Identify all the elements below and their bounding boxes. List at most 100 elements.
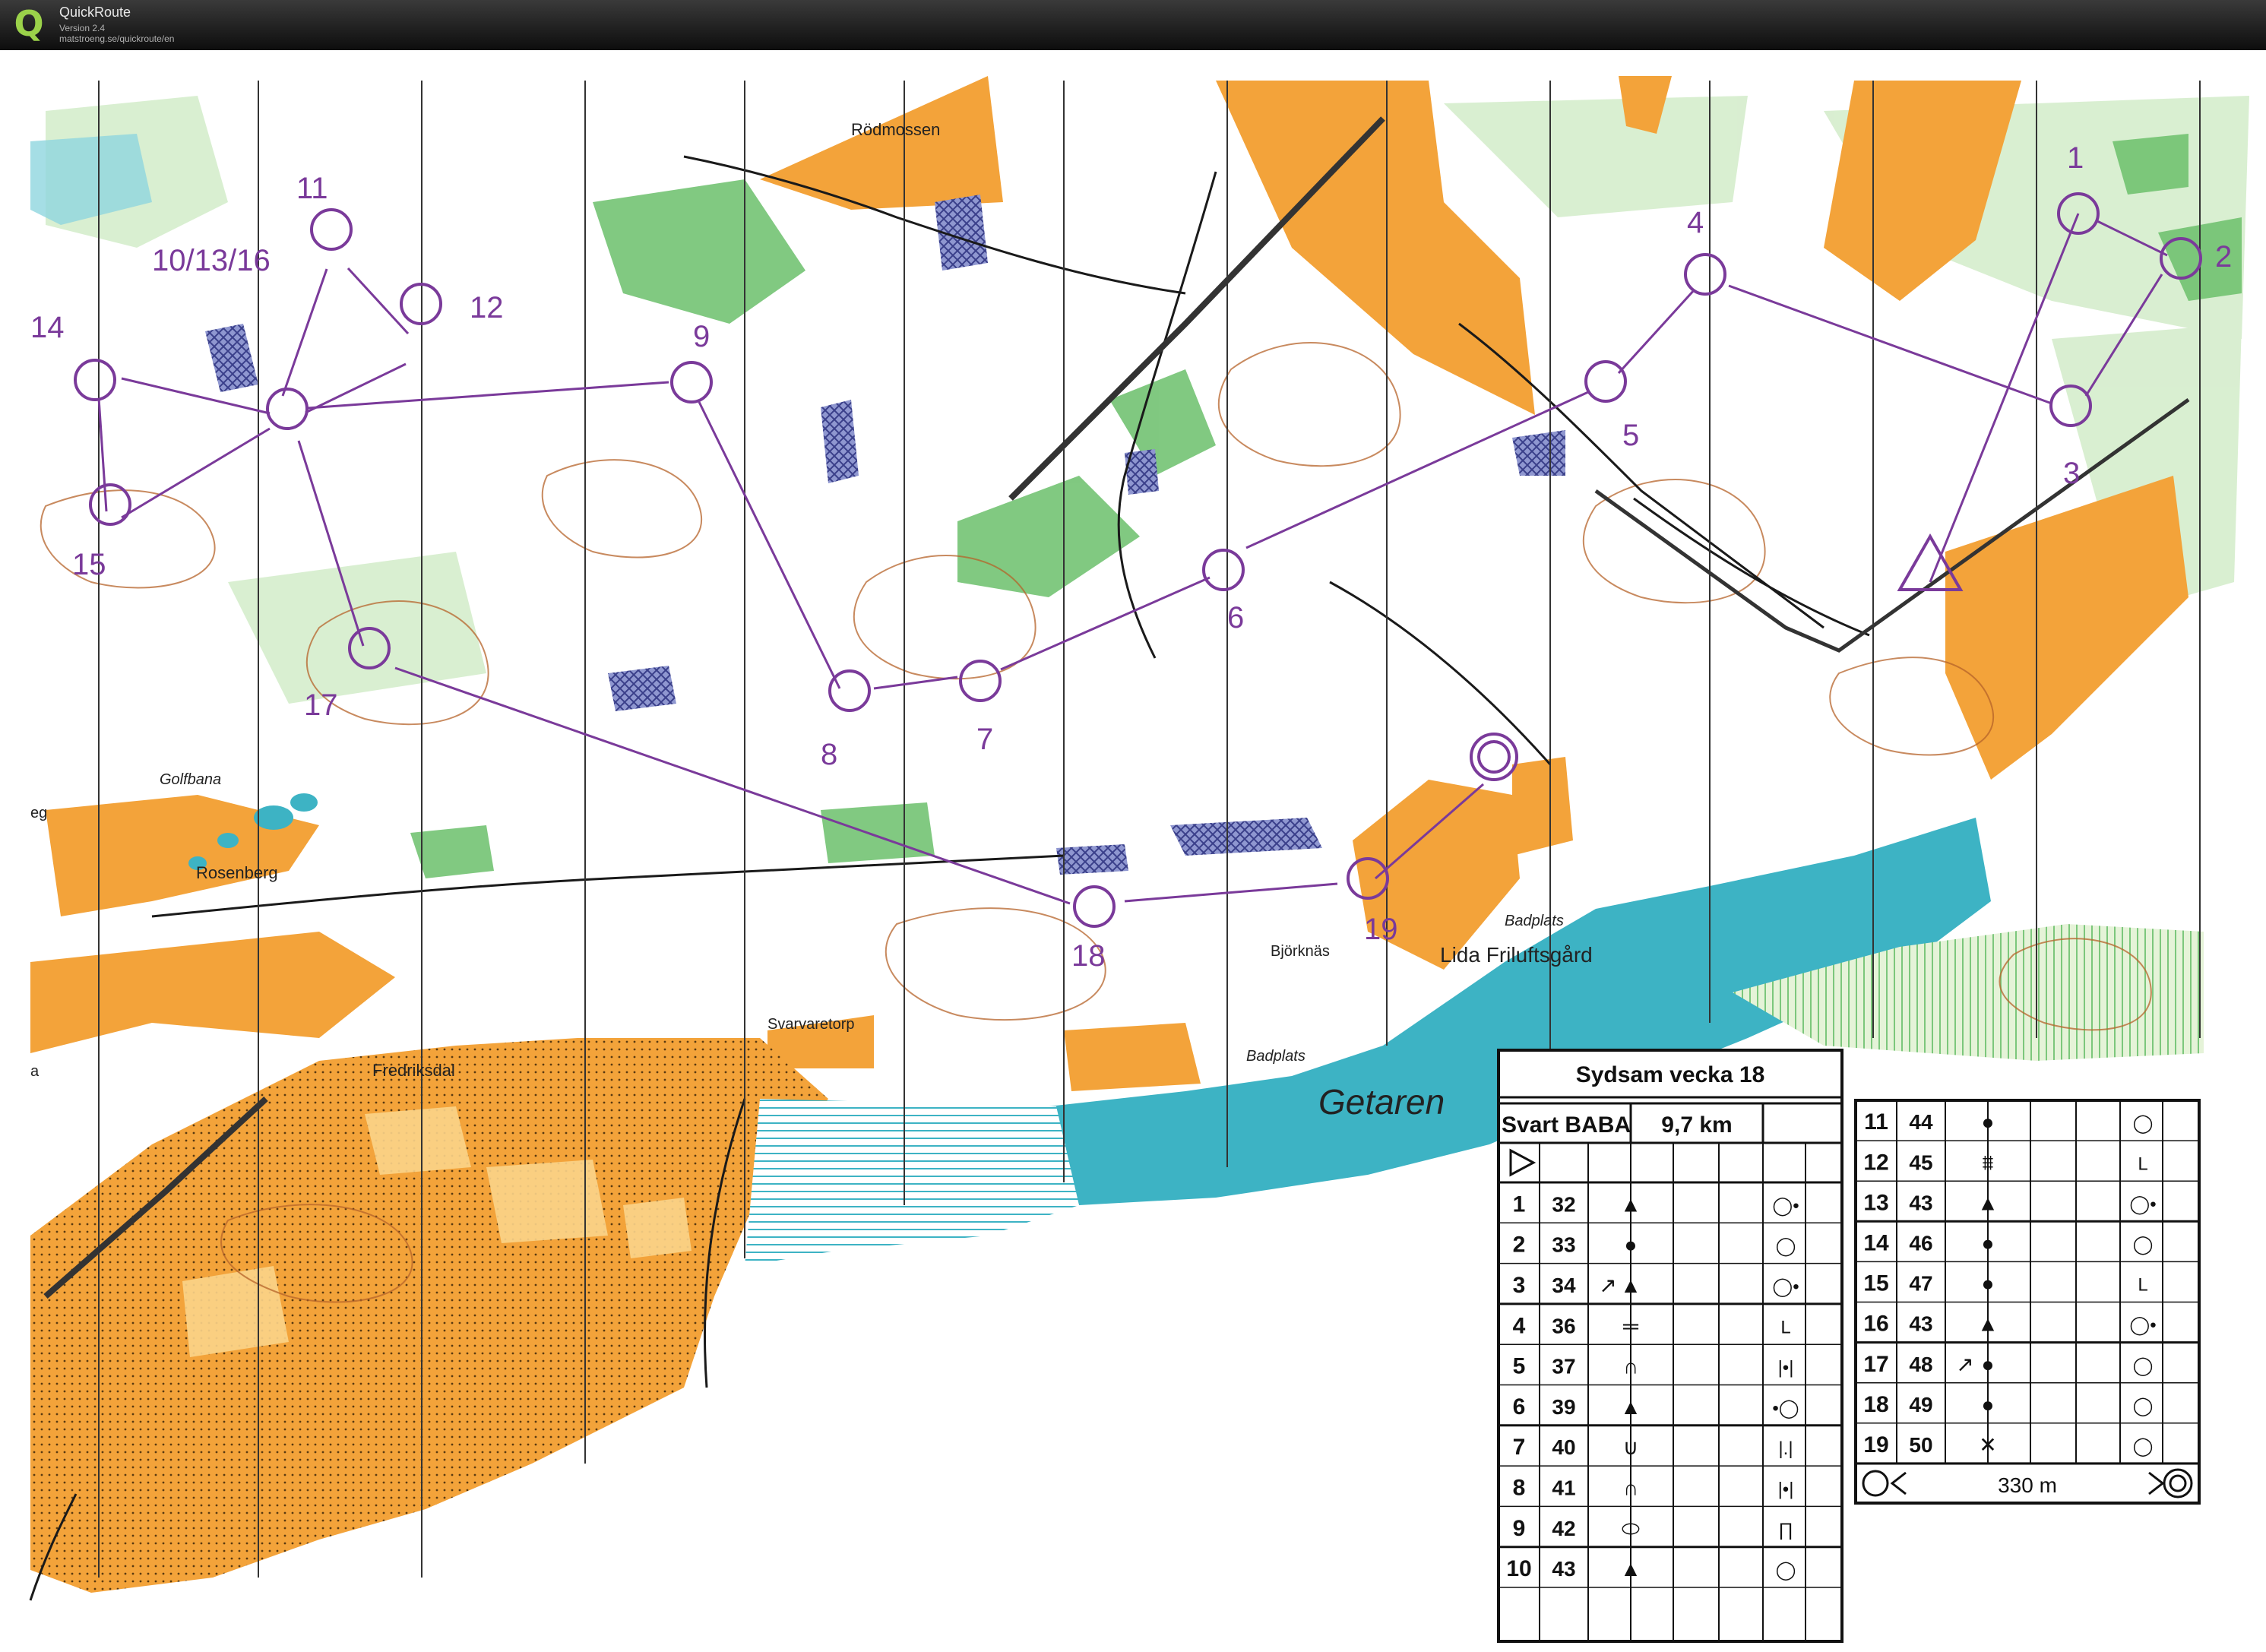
- row-appearance: ◯: [1776, 1236, 1796, 1257]
- row-code: 47: [1909, 1272, 1932, 1296]
- label-getaren: Getaren: [1318, 1082, 1445, 1122]
- control-17-number: 17: [304, 688, 338, 722]
- label-rosenberg: Rosenberg: [196, 863, 278, 882]
- label-edge-left-1: eg: [30, 805, 47, 821]
- row-appearance: ◯•: [2129, 1194, 2156, 1214]
- row-number: 13: [1863, 1190, 1888, 1215]
- sheet-class: Svart BABA: [1502, 1112, 1631, 1138]
- label-bjorknas: Björknäs: [1271, 943, 1330, 960]
- row-number: 17: [1863, 1352, 1888, 1377]
- row-direction: ↗: [1956, 1353, 1973, 1376]
- control-14-number: 14: [30, 311, 65, 344]
- row-number: 19: [1863, 1432, 1888, 1457]
- row-appearance: ◯: [2133, 1113, 2154, 1134]
- title-bar: Q QuickRoute Version 2.4 matstroeng.se/q…: [0, 0, 2266, 50]
- row-code: 33: [1552, 1233, 1575, 1257]
- row-code: 43: [1552, 1557, 1575, 1581]
- row-number: 7: [1513, 1435, 1526, 1460]
- orienteering-map[interactable]: 1 2 3 4 5 6 7 8 9 10/13/16 11 12 14 15 1…: [0, 50, 2266, 1652]
- control-19-number: 19: [1364, 913, 1398, 946]
- row-code: 45: [1909, 1150, 1932, 1174]
- label-badplats-1: Badplats: [1505, 913, 1564, 929]
- control-7-number: 7: [976, 723, 993, 756]
- control-11-number: 11: [296, 172, 328, 205]
- row-number: 8: [1513, 1475, 1526, 1500]
- row-appearance: ◯: [2133, 1436, 2154, 1457]
- row-code: 34: [1552, 1274, 1576, 1297]
- row-number: 9: [1513, 1516, 1526, 1541]
- label-badplats-2: Badplats: [1246, 1048, 1305, 1065]
- row-code: 32: [1552, 1192, 1575, 1216]
- row-appearance: |•|: [1778, 1479, 1794, 1499]
- description-sheet-continued: 1144●◯1245⩩L1343▲◯•1446●◯1547●L1643▲◯•17…: [1854, 1099, 2201, 1505]
- row-code: 37: [1552, 1355, 1575, 1378]
- row-appearance: ∏: [1778, 1520, 1793, 1540]
- row-appearance: ◯: [2133, 1356, 2154, 1376]
- row-number: 18: [1863, 1392, 1888, 1417]
- row-number: 3: [1513, 1273, 1526, 1298]
- row-code: 50: [1909, 1433, 1932, 1457]
- row-appearance: ◯: [2133, 1235, 2154, 1255]
- row-number: 5: [1513, 1354, 1526, 1379]
- control-6-number: 6: [1227, 601, 1244, 635]
- control-3-number: 3: [2063, 457, 2080, 490]
- label-rodmossen: Rödmossen: [851, 120, 940, 139]
- row-code: 41: [1552, 1476, 1575, 1499]
- row-appearance: ◯: [1776, 1560, 1796, 1581]
- row-appearance: ◯•: [2129, 1315, 2156, 1336]
- row-number: 2: [1513, 1233, 1526, 1258]
- row-number: 14: [1863, 1231, 1889, 1256]
- row-appearance: •◯: [1772, 1398, 1799, 1419]
- row-code: 43: [1909, 1312, 1932, 1336]
- control-1-number: 1: [2067, 141, 2084, 175]
- sheet-length: 9,7 km: [1661, 1112, 1732, 1138]
- row-appearance: |.|: [1778, 1438, 1793, 1459]
- row-appearance: ◯: [2133, 1396, 2154, 1416]
- sheet-title: Sydsam vecka 18: [1576, 1062, 1765, 1087]
- description-sheet: Sydsam vecka 18 Svart BABA 9,7 km 1 32 ▲ ◯•…: [1497, 1049, 1843, 1643]
- row-code: 49: [1909, 1393, 1932, 1416]
- row-code: 40: [1552, 1435, 1575, 1459]
- label-lida-friluftsgard: Lida Friluftsgård: [1440, 943, 1593, 967]
- app-url: matstroeng.se/quickroute/en: [59, 33, 175, 44]
- control-15-number: 15: [72, 548, 106, 581]
- row-code: 39: [1552, 1395, 1575, 1419]
- label-svarvaretorp: Svarvaretorp: [767, 1016, 855, 1033]
- app-version: Version 2.4: [59, 23, 106, 33]
- row-appearance: L: [2138, 1154, 2147, 1174]
- control-9-number: 9: [693, 320, 710, 353]
- row-code: 46: [1909, 1232, 1932, 1255]
- app-name: QuickRoute: [59, 5, 131, 20]
- row-number: 6: [1513, 1394, 1526, 1419]
- row-direction: ↗: [1599, 1274, 1616, 1297]
- row-number: 15: [1863, 1271, 1888, 1296]
- map-canvas[interactable]: 1 2 3 4 5 6 7 8 9 10/13/16 11 12 14 15 1…: [0, 50, 2266, 1652]
- row-code: 42: [1552, 1517, 1575, 1540]
- control-8-number: 8: [821, 738, 837, 771]
- row-number: 12: [1863, 1150, 1888, 1175]
- row-code: 36: [1552, 1314, 1575, 1337]
- row-number: 10: [1506, 1556, 1531, 1581]
- label-edge-left-2: a: [30, 1063, 40, 1080]
- control-18-number: 18: [1071, 939, 1106, 973]
- row-code: 48: [1909, 1353, 1932, 1376]
- row-appearance: L: [2138, 1275, 2147, 1296]
- row-appearance: ◯•: [1772, 1195, 1799, 1216]
- row-number: 4: [1513, 1313, 1526, 1338]
- finish-distance: 330 m: [1998, 1473, 2057, 1497]
- control-5-number: 5: [1622, 419, 1639, 452]
- quickroute-q-logo-icon: Q: [14, 3, 44, 44]
- row-appearance: |•|: [1778, 1358, 1794, 1378]
- row-appearance: ◯•: [1772, 1277, 1799, 1297]
- label-golfbana: Golfbana: [160, 771, 221, 788]
- label-fredriksdal: Fredriksdal: [372, 1061, 455, 1080]
- control-2-number: 2: [2215, 240, 2232, 274]
- row-code: 43: [1909, 1191, 1932, 1214]
- row-number: 16: [1863, 1312, 1888, 1337]
- row-code: 44: [1909, 1110, 1933, 1134]
- row-number: 11: [1864, 1109, 1888, 1135]
- control-10-13-16-number: 10/13/16: [152, 244, 271, 277]
- row-number: 1: [1513, 1192, 1526, 1217]
- control-12-number: 12: [470, 291, 504, 324]
- row-appearance: L: [1780, 1317, 1790, 1337]
